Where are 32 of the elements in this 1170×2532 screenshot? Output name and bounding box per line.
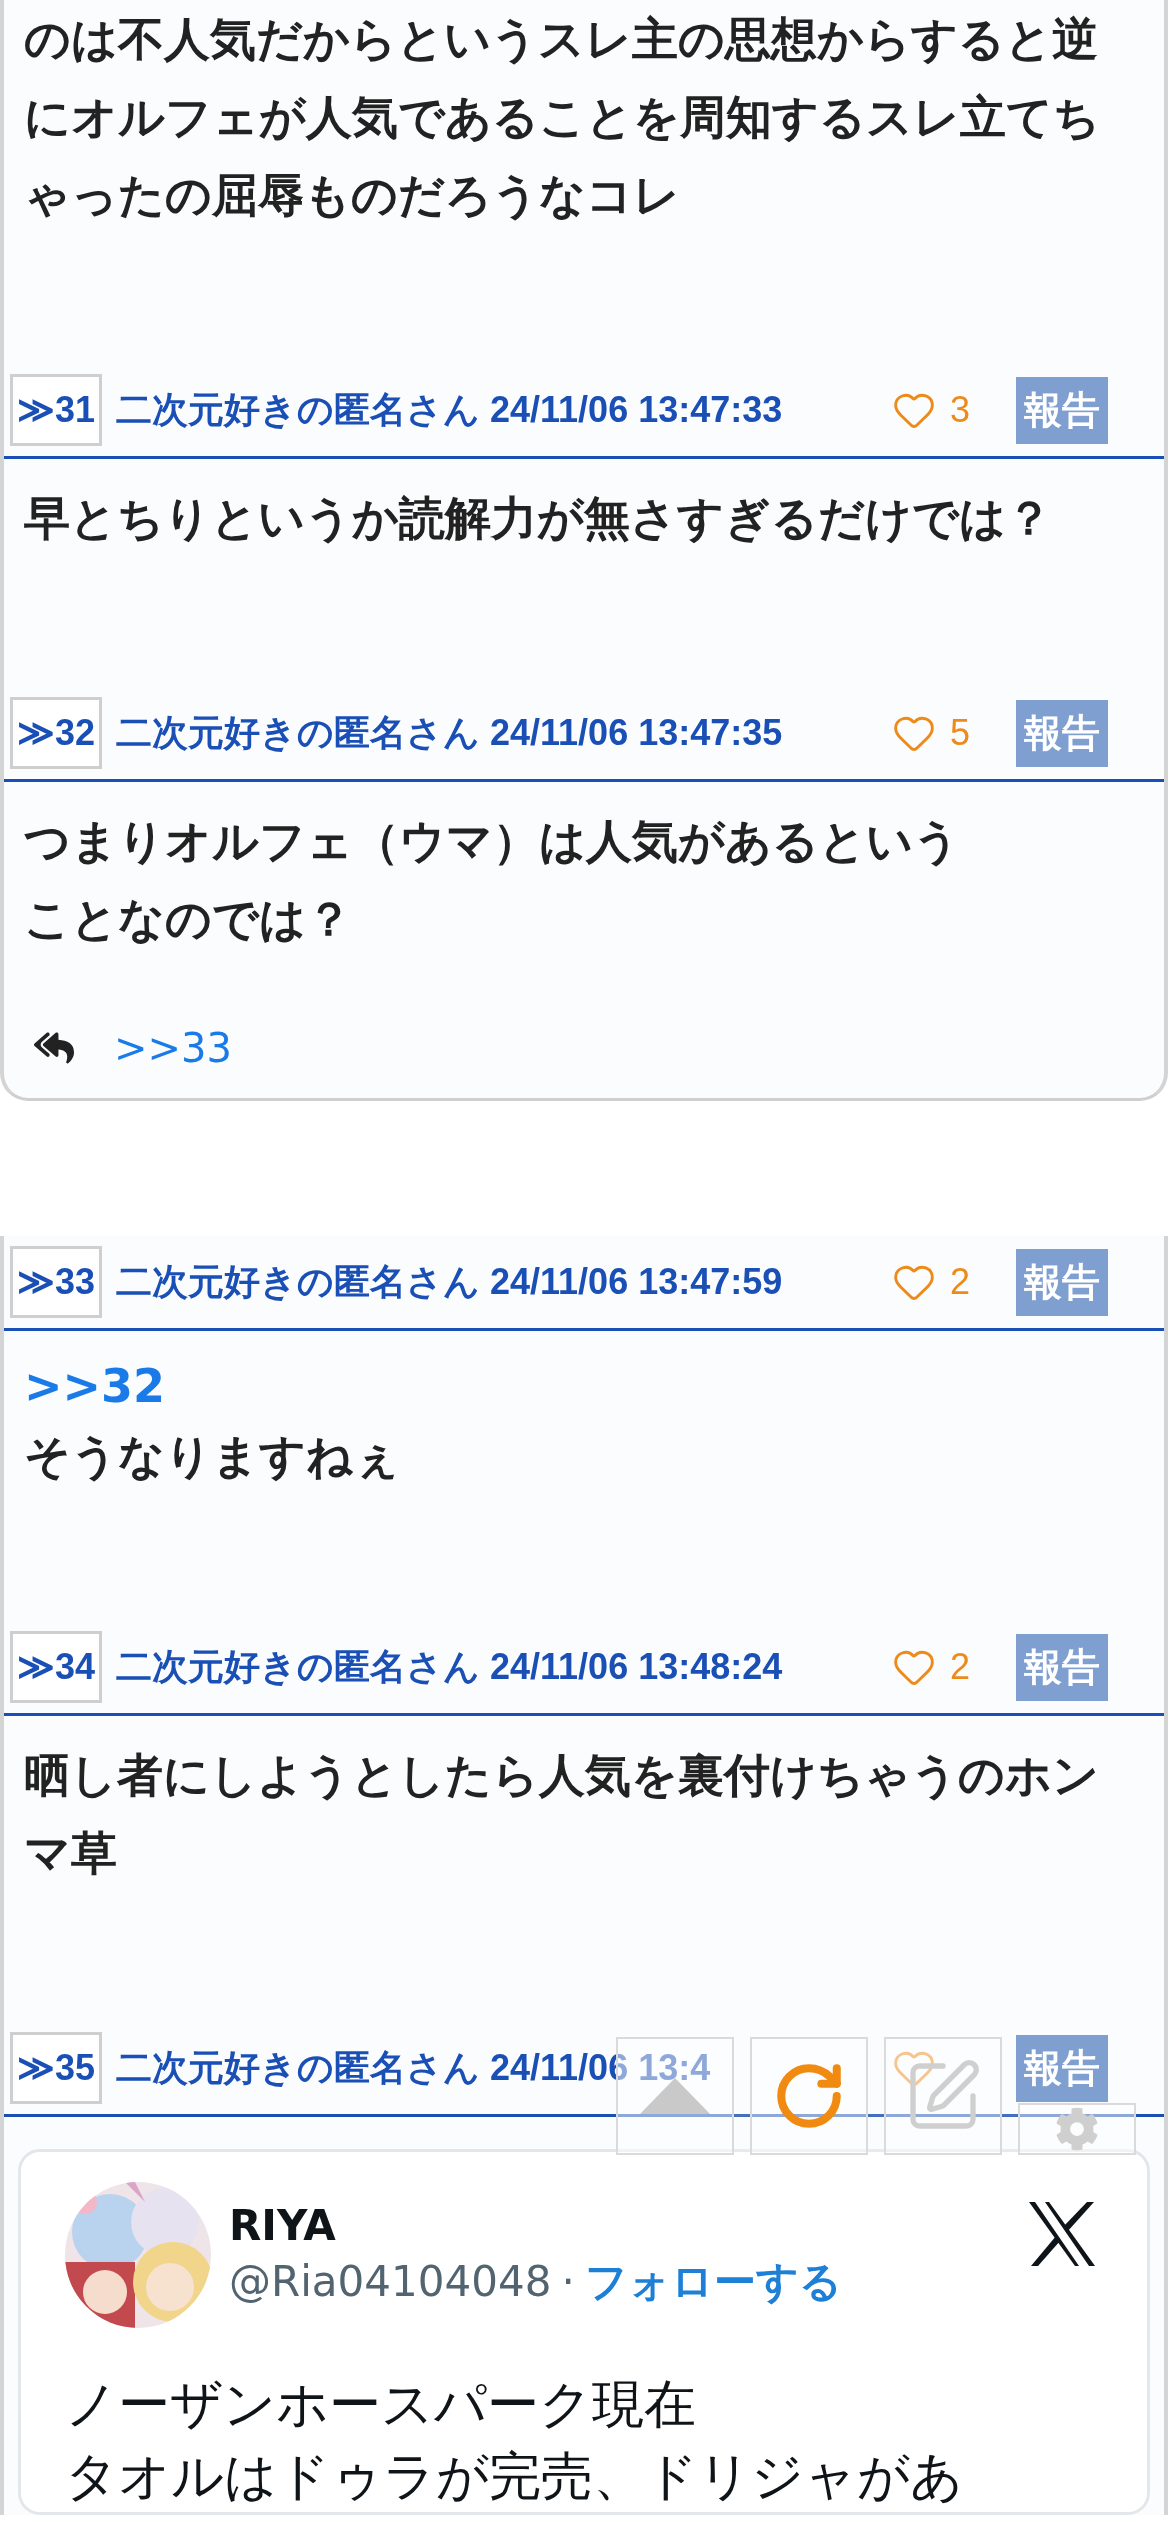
follow-link[interactable]: フォローする xyxy=(584,2253,842,2310)
edit-button[interactable] xyxy=(884,2037,1002,2155)
post-text: 早とちりというか読解力が無さすぎるだけでは？ xyxy=(24,490,1053,547)
like-count: 5 xyxy=(950,712,971,754)
post-number-link[interactable]: ≫34 xyxy=(10,1631,102,1703)
like-count: 2 xyxy=(950,1261,971,1303)
settings-icon xyxy=(1055,2107,1099,2151)
post-text: そうなりますねぇ xyxy=(24,1428,401,1485)
tweet-text: ノーザンホースパーク現在 タオルはドゥラが完売、ドリジャがあ xyxy=(65,2373,964,2508)
post-number-link[interactable]: ≫33 xyxy=(10,1246,102,1318)
up-triangle-icon xyxy=(640,2078,710,2114)
reply-link[interactable]: >>33 xyxy=(114,1025,232,1071)
post-number-link[interactable]: ≫35 xyxy=(10,2032,102,2104)
post-text: 晒し者にしようとしたら人気を裏付けちゃうのホン マ草 xyxy=(24,1747,1100,1882)
post-text: つまりオルフェ（ウマ）は人気があるという ことなのでは？ xyxy=(24,813,961,948)
tweet-author-name: RIYA xyxy=(229,2200,337,2250)
poster-name-and-date[interactable]: 二次元好きの匿名さん 24/11/06 13:47:59 xyxy=(116,1257,878,1307)
poster-name-and-date[interactable]: 二次元好きの匿名さん 24/11/06 13:47:35 xyxy=(116,708,878,758)
like-count: 2 xyxy=(950,1646,971,1688)
poster-name-and-date[interactable]: 二次元好きの匿名さん 24/11/06 13:48:24 xyxy=(116,1642,878,1692)
anchor-link[interactable]: >>32 xyxy=(24,1351,1144,1421)
separator-dot: · xyxy=(561,2257,575,2306)
reload-button[interactable] xyxy=(750,2037,868,2155)
post-number-link[interactable]: ≫31 xyxy=(10,374,102,446)
post-text: のは不人気だからというスレ主の思想からすると逆 にオルフェが人気であることを周知するスレ立てち ゃったの屈辱ものだろうなコレ xyxy=(24,11,1101,224)
settings-button[interactable] xyxy=(1018,2103,1136,2155)
poster-name-and-date[interactable]: 二次元好きの匿名さん 24/11/06 13:47:33 xyxy=(116,385,878,435)
post-number-link[interactable]: ≫32 xyxy=(10,697,102,769)
x-logo-icon[interactable] xyxy=(1027,2202,1097,2266)
tweet-handle: @Ria04104048 xyxy=(229,2257,552,2306)
poster-name-and-date[interactable]: 二次元好きの匿名さん 24/11/06 13:4 xyxy=(116,2043,878,2093)
like-count: 3 xyxy=(950,389,971,431)
